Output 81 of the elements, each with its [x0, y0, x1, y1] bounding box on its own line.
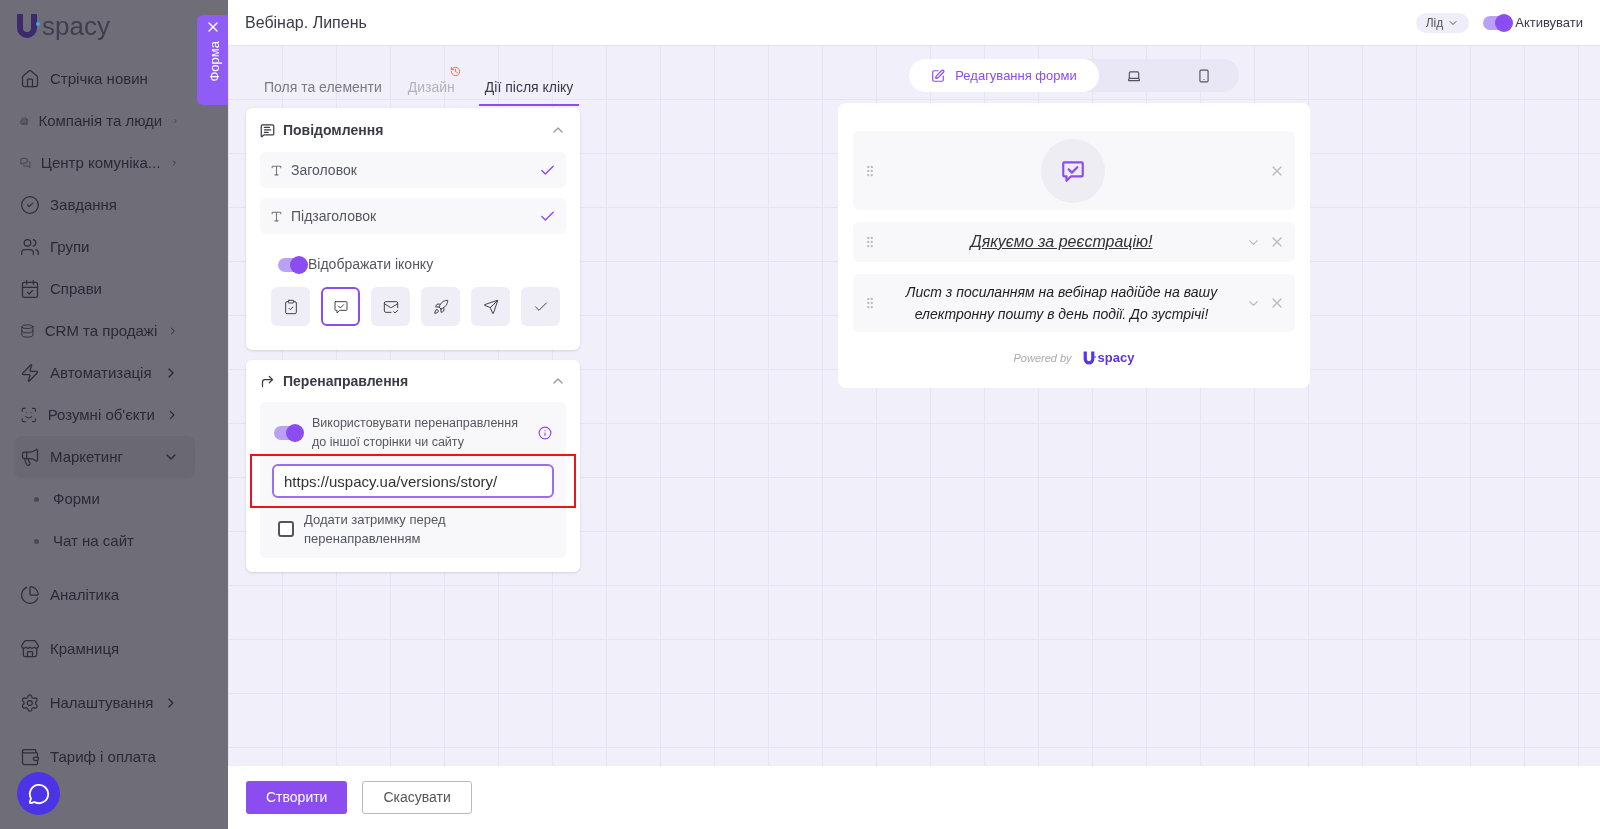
toggle-label: Використовувати перенаправлення до іншої сторінки чи сайту	[312, 415, 519, 451]
store-icon	[20, 639, 40, 659]
rocket-icon	[432, 298, 449, 315]
subtitle-block[interactable]: Лист з посиланням на вебінар надійде на вашу електронну пошту в день події. До зустрічі!	[853, 274, 1295, 332]
phone-icon	[1196, 68, 1211, 83]
clipboard-check-icon	[282, 298, 299, 315]
nav-item[interactable]: Стрічка новин	[14, 58, 195, 100]
nav-subitem[interactable]: Чат на сайт	[53, 529, 134, 553]
nav-item[interactable]: Аналітика	[14, 574, 195, 616]
mail-check-icon	[382, 298, 399, 315]
powered-by-text: Powered by	[1013, 350, 1072, 366]
text-icon	[270, 163, 283, 177]
logo-mark-icon	[14, 12, 40, 40]
create-button[interactable]: Створити	[246, 781, 348, 814]
form-subtitle: Лист з посиланням на вебінар надійде на вашу електронну пошту в день події. До зустрічі!	[904, 283, 1219, 324]
icon-option[interactable]	[421, 287, 460, 326]
nav-item[interactable]: CRM та продажі	[14, 310, 195, 352]
checkbox[interactable]	[278, 521, 294, 537]
entity-dropdown[interactable]: Лід	[1415, 12, 1470, 33]
nav-item[interactable]: Маркетинг	[14, 436, 195, 478]
users-icon	[20, 237, 40, 257]
check-circle-icon	[20, 195, 40, 215]
nav-item[interactable]: Центр комуніка...	[14, 142, 195, 184]
chat-button[interactable]	[17, 772, 60, 815]
icon-option[interactable]	[321, 287, 360, 326]
edit-form-tab[interactable]: Редагування форми	[909, 59, 1099, 92]
house-icon	[20, 69, 40, 89]
chat-bubble-icon	[27, 782, 50, 805]
page-title: Вебінар. Липень	[245, 12, 368, 33]
nav-item[interactable]: Завдання	[14, 184, 195, 226]
tab[interactable]: Дії після кліку	[478, 70, 580, 106]
nav-item[interactable]: Справи	[14, 268, 195, 310]
nav-item[interactable]: Розумні об'єкти	[14, 394, 195, 436]
logo-mark-icon	[1081, 349, 1096, 366]
url-field[interactable]: https://uspacy.ua/versions/story/	[272, 464, 554, 498]
pie-chart-icon	[20, 585, 40, 605]
wallet-icon	[20, 747, 40, 767]
field-row[interactable]: Заголовок	[260, 152, 566, 188]
checkbox-label: Додати затримку перед перенаправленням	[304, 511, 447, 548]
icon-option[interactable]	[271, 287, 310, 326]
chat-check-icon	[332, 298, 349, 315]
field-row[interactable]: Підзаголовок	[260, 198, 566, 234]
toggle-switch[interactable]	[1483, 15, 1512, 30]
megaphone-icon	[20, 447, 40, 467]
section-title: Перенаправлення	[283, 371, 410, 391]
form-title: Дякуємо за реєстрацію!	[968, 232, 1154, 252]
nav-item[interactable]: Крамниця	[14, 628, 195, 670]
paper-plane-icon	[482, 298, 499, 315]
cancel-button[interactable]: Скасувати	[362, 781, 472, 814]
text-icon	[270, 209, 283, 223]
form-side-tab[interactable]: Форма	[197, 15, 228, 105]
database-icon	[20, 321, 35, 341]
message-icon	[260, 122, 275, 138]
bullet-icon	[34, 538, 39, 544]
nav-item[interactable]: Тариф і оплата	[14, 736, 195, 778]
toggle-switch[interactable]	[278, 257, 306, 272]
logo-text: spacy	[1097, 349, 1135, 367]
nav-item[interactable]: Налаштування	[14, 682, 195, 724]
nav-item[interactable]: Групи	[14, 226, 195, 268]
section-title: Повідомлення	[283, 120, 385, 140]
calendar-icon	[20, 279, 40, 299]
info-icon[interactable]	[538, 426, 552, 440]
bullet-icon	[34, 496, 39, 502]
laptop-icon	[1126, 68, 1141, 83]
toggle-switch[interactable]	[274, 426, 302, 440]
gear-icon	[20, 693, 40, 713]
toggle-label: Відображати іконку	[308, 255, 434, 274]
tab[interactable]: Поля та елементи	[262, 70, 384, 106]
nav-item[interactable]: Автоматизація	[14, 352, 195, 394]
lightning-icon	[20, 363, 40, 383]
redirect-arrow-icon	[260, 373, 275, 389]
activate-label: Активувати	[1515, 13, 1583, 32]
nav-item[interactable]: Компанія та люди	[14, 100, 195, 142]
form-tab-label: Форма	[205, 41, 221, 82]
title-block[interactable]: Дякуємо за реєстрацію!	[853, 222, 1295, 262]
scan-icon	[20, 405, 38, 425]
nav-subitem[interactable]: Форми	[53, 487, 100, 511]
clock-icon	[449, 66, 461, 77]
icon-option[interactable]	[471, 287, 510, 326]
icon-option[interactable]	[371, 287, 410, 326]
edit-icon	[931, 68, 946, 83]
